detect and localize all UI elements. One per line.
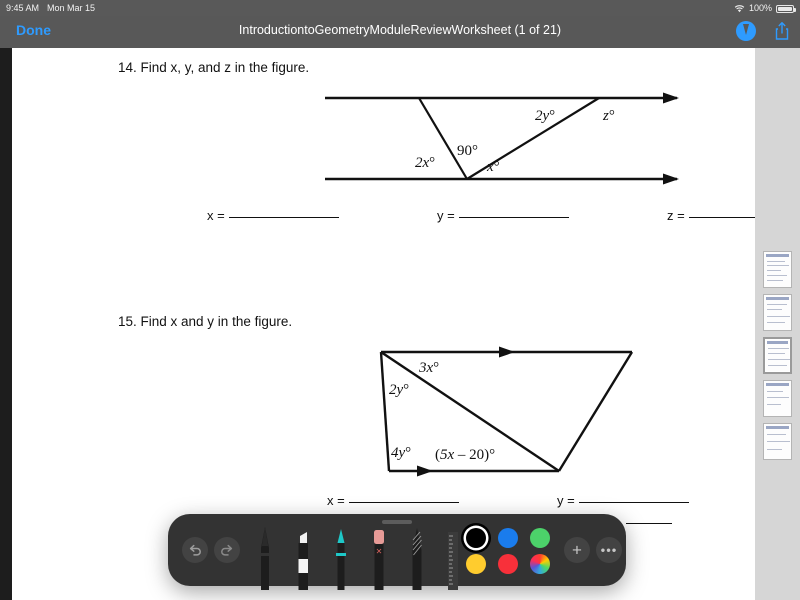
thumbnail-page-4[interactable]: [763, 380, 792, 417]
redo-arrow-icon: [221, 544, 233, 556]
status-date: Mon Mar 15: [47, 3, 96, 13]
color-swatches: [464, 528, 556, 574]
thumbnail-page-2[interactable]: [763, 294, 792, 331]
label-2y: 2y°: [389, 382, 409, 398]
battery-percent: 100%: [748, 3, 772, 13]
thumbnail-page-5[interactable]: [763, 423, 792, 460]
highlighter-tool[interactable]: [294, 526, 312, 590]
nav-bar-actions: [736, 21, 790, 41]
answer-14-x-blank[interactable]: [228, 217, 339, 218]
thumb-header-bar: [766, 426, 789, 429]
question-15-figure: 3x° 2y° 4y° (5x – 20)°: [379, 346, 634, 477]
lasso-tool[interactable]: [408, 526, 426, 590]
answer-14-y-label: y =: [437, 208, 455, 223]
svg-text:✕: ✕: [376, 547, 383, 556]
share-icon[interactable]: [774, 21, 790, 41]
label-2x: 2x°: [415, 155, 435, 171]
answer-14-z[interactable]: z =: [667, 208, 755, 223]
swatch-color-picker[interactable]: [530, 554, 550, 574]
thumb-header-bar: [766, 383, 789, 386]
eraser-tool[interactable]: ✕: [370, 526, 388, 590]
markup-pen-icon[interactable]: [736, 21, 756, 41]
status-time: 9:45 AM: [6, 3, 40, 13]
marker-tool[interactable]: [332, 526, 350, 590]
question-15-text: 15. Find x and y in the figure.: [118, 314, 293, 329]
label-x: x°: [486, 159, 500, 175]
thumb-header-bar: [766, 254, 789, 257]
undo-button[interactable]: [182, 537, 208, 563]
ellipsis-icon: •••: [600, 542, 618, 558]
question-14-text: 14. Find x, y, and z in the figure.: [118, 60, 310, 75]
undo-arrow-icon: [189, 544, 201, 556]
redo-button[interactable]: [214, 537, 240, 563]
ipad-markup-screen: 9:45 AM Mon Mar 15 100% Done Introductio…: [0, 0, 800, 600]
page-thumbnails[interactable]: [755, 48, 800, 600]
thumbnail-page-1[interactable]: [763, 251, 792, 288]
left-gutter: [0, 48, 12, 600]
thumb-header-bar: [767, 341, 788, 344]
answer-14-z-blank[interactable]: [688, 217, 755, 218]
label-90: 90°: [457, 143, 478, 159]
answer-15-x-label: x =: [327, 493, 345, 508]
answer-15-x-blank[interactable]: [348, 502, 459, 503]
question-14-figure: 2y° z° 90° 2x° x°: [325, 92, 679, 185]
label-z: z°: [602, 108, 615, 124]
label-3x: 3x°: [418, 360, 439, 376]
answer-14-x[interactable]: x =: [207, 208, 339, 223]
status-bar-left: 9:45 AM Mon Mar 15: [6, 3, 95, 13]
document-title: IntroductiontoGeometryModuleReviewWorksh…: [238, 23, 562, 37]
swatch-yellow[interactable]: [466, 554, 486, 574]
add-button[interactable]: +: [564, 537, 590, 563]
answer-15-y-label: y =: [557, 493, 575, 508]
pen-tool[interactable]: [256, 526, 274, 590]
plus-icon: +: [572, 540, 582, 560]
answer-15-y-blank-visible: [626, 523, 672, 524]
wifi-icon: [734, 5, 745, 13]
answer-14-y-blank[interactable]: [458, 217, 569, 218]
ruler-tool[interactable]: [446, 526, 460, 590]
tool-strip: ✕: [256, 514, 458, 590]
swatch-blue[interactable]: [498, 528, 518, 548]
thumbnail-page-3[interactable]: [763, 337, 792, 374]
battery-icon: [776, 5, 796, 13]
swatch-red[interactable]: [498, 554, 518, 574]
nav-bar: Done IntroductiontoGeometryModuleReviewW…: [0, 16, 800, 48]
answer-14-y[interactable]: y =: [437, 208, 569, 223]
answer-15-y[interactable]: y =: [557, 493, 689, 508]
answer-15-y-blank[interactable]: [578, 502, 689, 503]
label-4y: 4y°: [391, 445, 411, 461]
answer-15-x[interactable]: x =: [327, 493, 459, 508]
answer-14-x-label: x =: [207, 208, 225, 223]
status-bar: 9:45 AM Mon Mar 15 100%: [0, 0, 800, 16]
markup-toolbar[interactable]: ✕ + •••: [168, 514, 626, 590]
swatch-black[interactable]: [466, 528, 486, 548]
thumb-header-bar: [766, 297, 789, 300]
label-2y: 2y°: [535, 108, 555, 124]
swatch-green[interactable]: [530, 528, 550, 548]
label-5x-20: (5x – 20)°: [435, 447, 495, 463]
status-bar-right: 100%: [734, 3, 796, 13]
answer-14-z-label: z =: [667, 208, 685, 223]
more-options-button[interactable]: •••: [596, 537, 622, 563]
